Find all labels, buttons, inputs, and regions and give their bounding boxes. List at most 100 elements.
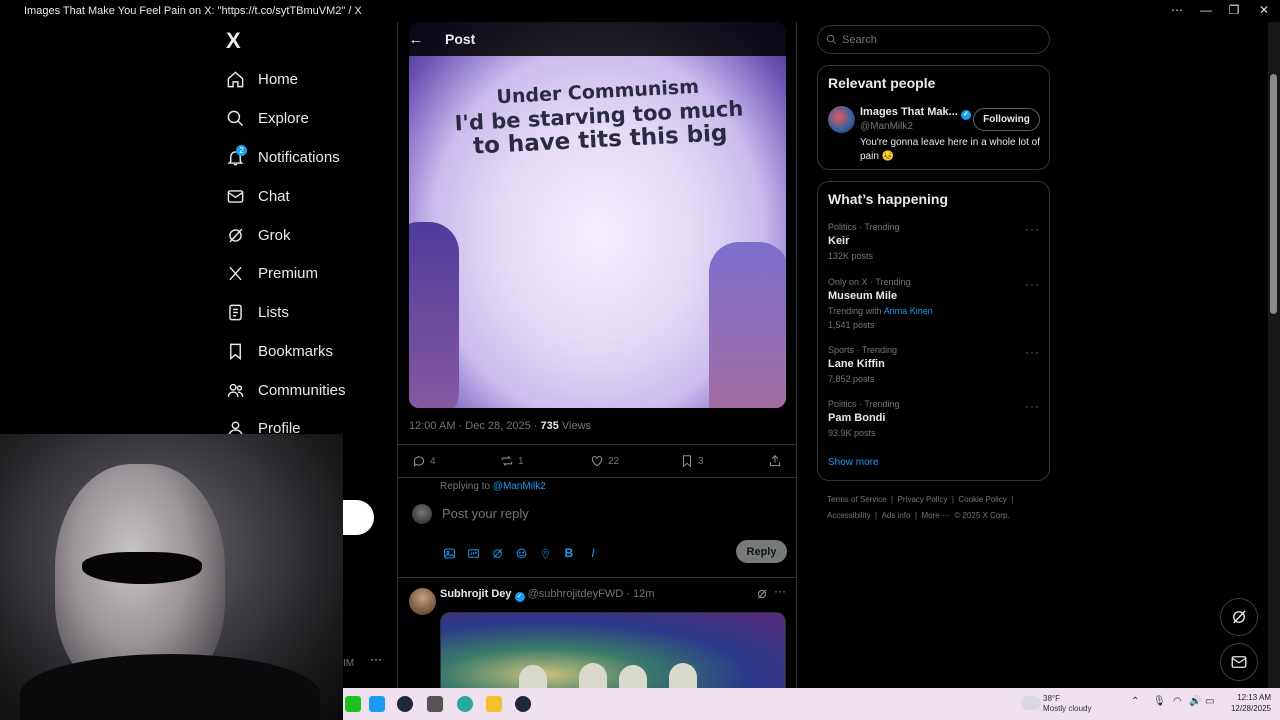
- reply-button[interactable]: Reply: [736, 540, 787, 563]
- whats-happening-panel: What’s happening Politics · Trending Kei…: [817, 181, 1050, 481]
- nav-chat[interactable]: Chat: [224, 181, 290, 211]
- trend-name: Keir: [828, 235, 850, 247]
- microphone-icon[interactable]: 🎙: [1153, 696, 1166, 707]
- trend-category: Politics · Trending: [828, 222, 900, 232]
- post-time[interactable]: 12:00 AM · Dec 28, 2025 ·: [409, 420, 540, 432]
- footer-sep: |: [875, 511, 878, 520]
- repost-action[interactable]: 1: [500, 454, 524, 468]
- italic-icon[interactable]: I: [585, 545, 601, 561]
- volume-icon[interactable]: 🔊: [1189, 696, 1201, 707]
- nav-communities[interactable]: Communities: [224, 375, 346, 405]
- wifi-icon[interactable]: ◠: [1173, 696, 1182, 707]
- post-image[interactable]: Under Communism I'd be starving too much…: [409, 22, 786, 408]
- relevant-avatar[interactable]: [828, 106, 855, 133]
- reply-author-name[interactable]: Subhrojit Dey: [440, 588, 512, 600]
- more-icon[interactable]: ···: [774, 584, 786, 598]
- replying-to-handle[interactable]: @ManMilk2: [493, 481, 546, 492]
- close-button[interactable]: ✕: [1256, 3, 1272, 19]
- back-arrow-icon[interactable]: ←: [398, 31, 434, 48]
- x-logo[interactable]: X: [226, 28, 241, 54]
- footer-cookie[interactable]: Cookie Policy: [958, 495, 1006, 504]
- app-icon-file-explorer[interactable]: [486, 696, 502, 712]
- reply-author-avatar[interactable]: [409, 588, 436, 615]
- more-icon[interactable]: ···: [1025, 345, 1040, 359]
- post-actions: 4 1 22 3: [398, 444, 796, 478]
- nav-bookmarks[interactable]: Bookmarks: [224, 336, 333, 366]
- heart-icon: [591, 456, 603, 467]
- footer-more[interactable]: More ···: [921, 511, 949, 520]
- reply-action[interactable]: 4: [412, 454, 436, 468]
- repost-count: 1: [518, 455, 524, 467]
- location-icon[interactable]: [537, 545, 553, 561]
- relevant-name[interactable]: Images That Mak...: [860, 106, 958, 118]
- grok-fab-button[interactable]: [1220, 598, 1258, 636]
- scrollbar-thumb[interactable]: [1270, 74, 1277, 314]
- minimize-button[interactable]: —: [1198, 3, 1214, 19]
- footer-terms[interactable]: Terms of Service: [827, 495, 887, 504]
- weather-temp[interactable]: 38°F: [1043, 694, 1060, 703]
- grok-icon: [224, 224, 246, 246]
- more-icon[interactable]: ···: [1025, 277, 1040, 291]
- nav-lists-label: Lists: [258, 303, 289, 321]
- footer-privacy[interactable]: Privacy Policy: [898, 495, 948, 504]
- show-more-link[interactable]: Show more: [828, 457, 879, 468]
- window-titlebar: Images That Make You Feel Pain on X: "ht…: [0, 0, 1280, 22]
- weather-desc[interactable]: Mostly cloudy: [1043, 704, 1091, 713]
- window-menu-button[interactable]: ⋯: [1169, 3, 1185, 19]
- trend-item[interactable]: Politics · Trending Keir 132K posts ···: [828, 222, 1040, 261]
- share-action[interactable]: [768, 454, 786, 468]
- more-icon[interactable]: ···: [1025, 399, 1040, 413]
- nav-notifications[interactable]: 2 Notifications: [224, 142, 340, 172]
- nav-grok[interactable]: Grok: [224, 220, 291, 250]
- grok-icon[interactable]: [489, 545, 505, 561]
- nav-premium[interactable]: Premium: [224, 258, 318, 288]
- reply-author-handle[interactable]: @subhrojitdeyFWD: [528, 588, 624, 600]
- image-upload-icon[interactable]: [441, 545, 457, 561]
- like-action[interactable]: 22: [590, 454, 619, 468]
- app-icon-browser[interactable]: [457, 696, 473, 712]
- window-title: Images That Make You Feel Pain on X: "ht…: [24, 5, 362, 17]
- app-icon-twitter[interactable]: [369, 696, 385, 712]
- trend-with-link[interactable]: Arima Kinen: [884, 306, 933, 316]
- reply-input[interactable]: Post your reply: [442, 506, 529, 521]
- trend-item[interactable]: Politics · Trending Pam Bondi 93.9K post…: [828, 399, 1040, 438]
- nav-home[interactable]: Home: [224, 64, 298, 94]
- reply-image[interactable]: [440, 612, 786, 688]
- footer-line-2: Accessibility | Ads info | More ··· © 20…: [827, 511, 1010, 520]
- restore-button[interactable]: ❐: [1226, 3, 1242, 19]
- nav-explore[interactable]: Explore: [224, 103, 309, 133]
- reply-author-line: Subhrojit Dey ✓ @subhrojitdeyFWD · 12m: [440, 588, 654, 602]
- clock-date[interactable]: 12/28/2025: [1225, 704, 1271, 713]
- nav-home-label: Home: [258, 70, 299, 88]
- trend-item[interactable]: Only on X · Trending Museum Mile Trendin…: [828, 277, 1040, 330]
- search-box[interactable]: Search: [817, 25, 1050, 54]
- reply-post[interactable]: Subhrojit Dey ✓ @subhrojitdeyFWD · 12m ·…: [398, 578, 796, 688]
- app-icon-kick[interactable]: [345, 696, 361, 712]
- emoji-icon[interactable]: [513, 545, 529, 561]
- search-input[interactable]: Search: [842, 34, 877, 46]
- messages-fab-button[interactable]: [1220, 643, 1258, 681]
- app-icon-steam-2[interactable]: [515, 696, 531, 712]
- nav-lists[interactable]: Lists: [224, 297, 289, 327]
- trend-item[interactable]: Sports · Trending Lane Kiffin 7,852 post…: [828, 345, 1040, 384]
- battery-icon[interactable]: ▭: [1205, 696, 1214, 707]
- more-icon[interactable]: ···: [1025, 222, 1040, 236]
- relevant-handle[interactable]: @ManMilk2: [860, 121, 913, 132]
- bookmark-action[interactable]: 3: [680, 454, 704, 468]
- footer-ads-info[interactable]: Ads info: [882, 511, 911, 520]
- grok-icon[interactable]: [756, 587, 768, 605]
- following-button[interactable]: Following: [973, 108, 1040, 131]
- page-scrollbar[interactable]: [1268, 22, 1280, 688]
- search-icon: [224, 107, 246, 129]
- gif-icon[interactable]: [465, 545, 481, 561]
- home-icon: [224, 68, 246, 90]
- app-icon-calculator[interactable]: [427, 696, 443, 712]
- tray-chevron-icon[interactable]: ⌃: [1131, 696, 1139, 707]
- clock-time[interactable]: 12:13 AM: [1227, 693, 1271, 702]
- relevant-name-line[interactable]: Images That Mak... ✓: [860, 106, 971, 120]
- taskbar: 38°F Mostly cloudy ⌃ 🎙 ◠ 🔊 ▭ 12:13 AM 12…: [343, 688, 1280, 720]
- bold-icon[interactable]: B: [561, 545, 577, 561]
- account-more-icon[interactable]: ···: [370, 652, 382, 666]
- app-icon-steam[interactable]: [397, 696, 413, 712]
- footer-accessibility[interactable]: Accessibility: [827, 511, 871, 520]
